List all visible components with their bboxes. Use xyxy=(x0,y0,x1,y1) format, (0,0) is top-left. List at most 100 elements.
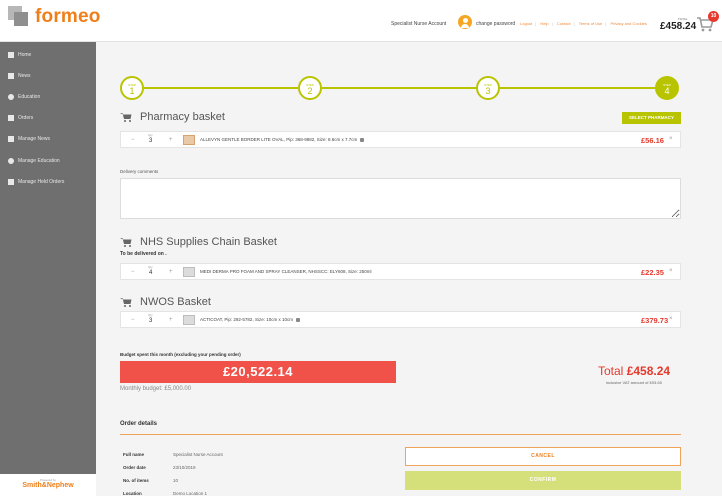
sidebar-item-label: Orders xyxy=(18,115,34,121)
budget-label: Budget spent this month (excluding your … xyxy=(120,352,241,357)
delivery-comments-label: Delivery comments xyxy=(120,169,159,174)
delivery-comments-input[interactable] xyxy=(120,178,681,219)
logout-link[interactable]: Logout xyxy=(520,21,532,26)
logo-mark-icon xyxy=(8,6,30,28)
terms-link[interactable]: Terms of Use xyxy=(579,21,603,26)
help-link[interactable]: Help xyxy=(540,21,548,26)
pharmacy-item-row: − Qty 3 + ALLEVYN GENTLE BORDER LITE OVA… xyxy=(120,131,681,148)
qty-decrease-button[interactable]: − xyxy=(131,137,135,143)
sidebar-item-manage-held-orders[interactable]: Manage Held Orders xyxy=(0,175,96,189)
qty-increase-button[interactable]: + xyxy=(169,269,173,275)
privacy-link[interactable]: Privacy and Cookies xyxy=(610,21,646,26)
vat-text: inclusive VAT amount of £93.65 xyxy=(606,380,662,385)
remove-item-icon[interactable]: × xyxy=(669,268,673,274)
sidebar-footer: Powered by Smith&Nephew xyxy=(0,474,96,496)
step-number: 2 xyxy=(307,86,313,96)
qty-value[interactable]: 4 xyxy=(149,270,152,276)
order-total-label: Total xyxy=(598,364,624,378)
sidebar-item-home[interactable]: Home xyxy=(0,48,96,62)
section-title-text: Pharmacy basket xyxy=(140,111,225,123)
nhs-item-row: − Qty 4 + MEDI DERMA PRO FOAM AND SPRAY … xyxy=(120,263,681,280)
sidebar-item-label: Education xyxy=(18,94,41,100)
qty-decrease-button[interactable]: − xyxy=(131,317,135,323)
qty-label: Qty xyxy=(148,133,153,137)
pharmacy-basket-title: Pharmacy basket xyxy=(120,111,225,123)
sidebar-item-orders[interactable]: Orders xyxy=(0,111,96,125)
sidebar-item-news[interactable]: News xyxy=(0,69,96,83)
graduation-icon xyxy=(8,158,14,164)
megaphone-icon xyxy=(8,73,14,79)
order-total: Total £458.24 xyxy=(598,364,670,378)
select-pharmacy-button[interactable]: SELECT PHARMACY xyxy=(622,112,681,124)
top-links: Logout | Help | Contact | Terms of Use | Pri… xyxy=(520,21,647,26)
folder-icon xyxy=(8,179,14,185)
logo-text: formeo xyxy=(35,6,101,27)
step-2[interactable]: STEP 2 xyxy=(298,76,322,100)
nhs-basket-title: NHS Supplies Chain Basket xyxy=(120,236,277,248)
nwos-basket-title: NWOS Basket xyxy=(120,296,211,308)
confirm-button[interactable]: CONFIRM xyxy=(405,471,681,490)
cart-count-badge: 10 xyxy=(708,11,719,22)
nwos-item-row: − Qty 3 + ACTICOAT, Pip: 292-5782, Size:… xyxy=(120,311,681,328)
sidebar-item-label: Manage Held Orders xyxy=(18,179,65,185)
contact-link[interactable]: Contact xyxy=(557,21,571,26)
product-thumbnail xyxy=(183,267,195,277)
basket-cart-icon xyxy=(120,298,132,307)
step-3[interactable]: STEP 3 xyxy=(476,76,500,100)
megaphone-icon xyxy=(8,136,14,142)
order-details-title: Order details xyxy=(120,421,158,427)
account-name[interactable]: Specialist Nurse Account xyxy=(391,21,446,27)
sidebar-item-manage-education[interactable]: Manage Education xyxy=(0,154,96,168)
qty-label: Qty xyxy=(148,313,153,317)
step-connector xyxy=(322,87,476,89)
qty-increase-button[interactable]: + xyxy=(169,317,173,323)
step-connector xyxy=(500,87,655,89)
basket-cart-icon xyxy=(120,113,132,122)
product-description: ACTICOAT, Pip: 292-5782, Size: 10cm x 10… xyxy=(200,317,300,322)
smith-nephew-logo: Smith&Nephew xyxy=(22,482,74,489)
step-1[interactable]: STEP 1 xyxy=(120,76,144,100)
product-price: £56.16 xyxy=(641,136,664,145)
sidebar-item-manage-news[interactable]: Manage News xyxy=(0,132,96,146)
product-thumbnail xyxy=(183,315,195,325)
product-price: £379.73 xyxy=(641,316,669,325)
basket-cart-icon xyxy=(120,238,132,247)
qty-label: Qty xyxy=(148,265,153,269)
budget-spent-bar: £20,522.14 xyxy=(120,361,396,383)
product-thumbnail xyxy=(183,135,195,145)
avatar-icon[interactable] xyxy=(458,15,472,29)
step-4[interactable]: STEP 4 xyxy=(655,76,679,100)
step-connector xyxy=(144,87,298,89)
sidebar-item-label: News xyxy=(18,73,31,79)
sidebar-item-label: Manage News xyxy=(18,136,50,142)
order-details-divider xyxy=(120,434,681,435)
qty-increase-button[interactable]: + xyxy=(169,137,173,143)
delivery-date-text: To be delivered on . xyxy=(120,251,167,257)
step-number: 1 xyxy=(129,86,135,96)
sidebar-item-label: Home xyxy=(18,52,32,58)
product-description: ALLEVYN GENTLE BORDER LITE OVAL, Pip: 36… xyxy=(200,137,365,142)
product-description: MEDI DERMA PRO FOAM AND SPRAY CLEANSER, … xyxy=(200,269,372,274)
home-icon xyxy=(8,52,14,58)
qty-decrease-button[interactable]: − xyxy=(131,269,135,275)
cancel-button[interactable]: CANCEL xyxy=(405,447,681,466)
qty-value[interactable]: 3 xyxy=(149,318,152,324)
header: formeo Specialist Nurse Account change p… xyxy=(0,0,722,42)
header-total-amount: £458.24 xyxy=(660,21,697,32)
lock-icon xyxy=(360,137,365,142)
order-total-amount: £458.24 xyxy=(626,364,671,378)
clipboard-icon xyxy=(8,115,14,121)
logo[interactable]: formeo xyxy=(8,6,101,28)
section-title-text: NWOS Basket xyxy=(140,296,211,308)
sidebar-item-education[interactable]: Education xyxy=(0,90,96,104)
remove-item-icon[interactable]: × xyxy=(669,316,673,322)
lock-icon xyxy=(295,317,300,322)
step-number: 4 xyxy=(664,86,670,96)
qty-value[interactable]: 3 xyxy=(149,138,152,144)
product-price: £22.35 xyxy=(641,268,664,277)
remove-item-icon[interactable]: × xyxy=(669,136,673,142)
sidebar-item-label: Manage Education xyxy=(18,158,60,164)
step-number: 3 xyxy=(485,86,491,96)
change-password-link[interactable]: change password xyxy=(476,21,515,27)
monthly-budget-text: Monthly budget: £5,000.00 xyxy=(120,386,192,392)
